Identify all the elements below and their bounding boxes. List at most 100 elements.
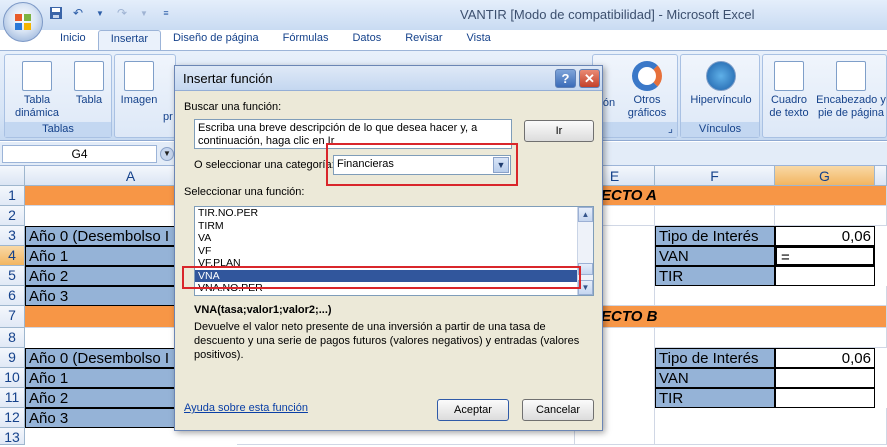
imagen-button[interactable]: Imagen [117,61,161,107]
cell-f10[interactable]: VAN [655,368,775,388]
row-header-9[interactable]: 9 [0,348,25,368]
column-header-g[interactable]: G [775,166,875,186]
row-header-6[interactable]: 6 [0,286,25,306]
ok-button[interactable]: Aceptar [437,399,509,421]
project-a-title: ECTO A [601,187,657,204]
cell-f9[interactable]: Tipo de Interés [655,348,775,368]
column-header-f[interactable]: F [655,166,775,186]
cancel-button[interactable]: Cancelar [522,399,594,421]
group-tablas: Tabla dinámica Tabla Tablas [4,54,112,138]
list-item-selected[interactable]: VNA [195,269,577,282]
function-list[interactable]: TIR.NO.PER TIRM VA VF VF.PLAN VNA VNA.NO… [194,206,594,296]
select-all-corner[interactable] [0,166,25,186]
customize-toolbar-icon[interactable]: ≡ [158,5,174,21]
quick-access-toolbar: ↶ ▼ ↷ ▼ ≡ [48,5,174,21]
cell-f5[interactable]: TIR [655,266,775,286]
tabla-dinamica-button[interactable]: Tabla dinámica [9,61,65,120]
tab-insertar[interactable]: Insertar [97,30,161,50]
tab-formulas[interactable]: Fórmulas [271,30,341,50]
cell-g5[interactable] [775,266,875,286]
tab-vista[interactable]: Vista [455,30,503,50]
group-ilustraciones: Imagen pr [114,54,176,138]
go-button[interactable]: Ir [524,120,594,142]
undo-icon[interactable]: ↶ [70,5,86,21]
cells-f6-g6[interactable] [655,286,887,306]
header-footer-icon [836,61,866,91]
row-header-13[interactable]: 13 [0,428,25,445]
row-header-5[interactable]: 5 [0,266,25,286]
search-function-input[interactable]: Escriba una breve descripción de lo que … [194,119,512,149]
globe-link-icon [706,61,736,91]
tab-diseno-pagina[interactable]: Diseño de página [161,30,271,50]
list-item[interactable]: TIR.NO.PER [195,207,577,220]
category-select[interactable]: Financieras ▼ [333,155,511,175]
tabla-button[interactable]: Tabla [69,61,109,107]
name-box[interactable]: G4 [2,145,157,163]
category-value: Financieras [337,158,394,170]
cell-f4[interactable]: VAN [655,246,775,266]
list-item[interactable]: VNA.NO.PER [195,282,577,295]
row-header-10[interactable]: 10 [0,368,25,388]
insert-function-dialog: Insertar función ? ✕ Buscar una función:… [174,65,603,431]
list-item[interactable]: TIRM [195,220,577,233]
tab-revisar[interactable]: Revisar [393,30,454,50]
help-link[interactable]: Ayuda sobre esta función [184,402,308,414]
cell-g9[interactable]: 0,06 [775,348,875,368]
picture-icon [124,61,154,91]
group-vinculos: Hipervínculo Vínculos [680,54,760,138]
row-header-3[interactable]: 3 [0,226,25,246]
group-label-vinculos: Vínculos [681,122,759,137]
dialog-launcher-icon[interactable]: ⌟ [593,122,677,137]
cell-f3[interactable]: Tipo de Interés [655,226,775,246]
redo-icon[interactable]: ↷ [114,5,130,21]
row-header-2[interactable]: 2 [0,206,25,226]
title-bar: ↶ ▼ ↷ ▼ ≡ VANTIR [Modo de compatibilidad… [0,0,887,30]
cell-f11[interactable]: TIR [655,388,775,408]
close-icon[interactable]: ✕ [579,69,600,88]
encabezado-button[interactable]: Encabezado y pie de página [815,61,887,120]
function-list-scrollbar[interactable]: ▲ ▼ [577,207,593,295]
group-graficos: ón Otros gráficos ⌟ [592,54,678,138]
column-header-next[interactable] [875,166,887,186]
tab-datos[interactable]: Datos [340,30,393,50]
hipervinculo-button[interactable]: Hipervínculo [683,61,759,107]
cells-f12-g13[interactable] [655,408,887,445]
dialog-title: Insertar función [175,66,602,91]
row-header-4[interactable]: 4 [0,246,25,266]
office-logo-icon [15,14,31,30]
tab-inicio[interactable]: Inicio [48,30,98,50]
cell-f2[interactable] [655,206,775,226]
list-item[interactable]: VF [195,245,577,258]
search-label: Buscar una función: [184,101,282,113]
cuadro-texto-button[interactable]: Cuadro de texto [765,61,813,120]
row-header-11[interactable]: 11 [0,388,25,408]
name-box-dropdown-icon[interactable]: ▼ [160,147,174,161]
chevron-down-icon[interactable]: ▼ [92,5,108,21]
row-header-8[interactable]: 8 [0,328,25,348]
scroll-down-icon[interactable]: ▼ [578,280,593,295]
project-b-title: ECTO B [601,308,658,325]
row-header-12[interactable]: 12 [0,408,25,428]
chevron-down-icon[interactable]: ▼ [493,157,509,173]
row-header-1[interactable]: 1 [0,186,25,206]
pivot-table-icon [22,61,52,91]
cell-g10[interactable] [775,368,875,388]
group-label-tablas: Tablas [5,122,111,137]
help-icon[interactable]: ? [555,69,576,88]
category-label: O seleccionar una categoría: [194,159,335,171]
save-icon[interactable] [48,5,64,21]
row-header-7[interactable]: 7 [0,306,25,328]
office-button[interactable] [3,2,43,42]
window-title: VANTIR [Modo de compatibilidad] - Micros… [460,7,755,22]
scroll-thumb[interactable] [578,263,593,275]
cells-f8-g8[interactable] [655,328,887,348]
list-item[interactable]: VF.PLAN [195,257,577,270]
cell-g11[interactable] [775,388,875,408]
list-item[interactable]: VA [195,232,577,245]
cell-g4[interactable]: = [775,246,875,266]
cell-g3[interactable]: 0,06 [775,226,875,246]
otros-graficos-button[interactable]: Otros gráficos [621,61,673,120]
cell-g2[interactable] [775,206,887,226]
scroll-up-icon[interactable]: ▲ [578,207,593,222]
chevron-down-icon[interactable]: ▼ [136,5,152,21]
